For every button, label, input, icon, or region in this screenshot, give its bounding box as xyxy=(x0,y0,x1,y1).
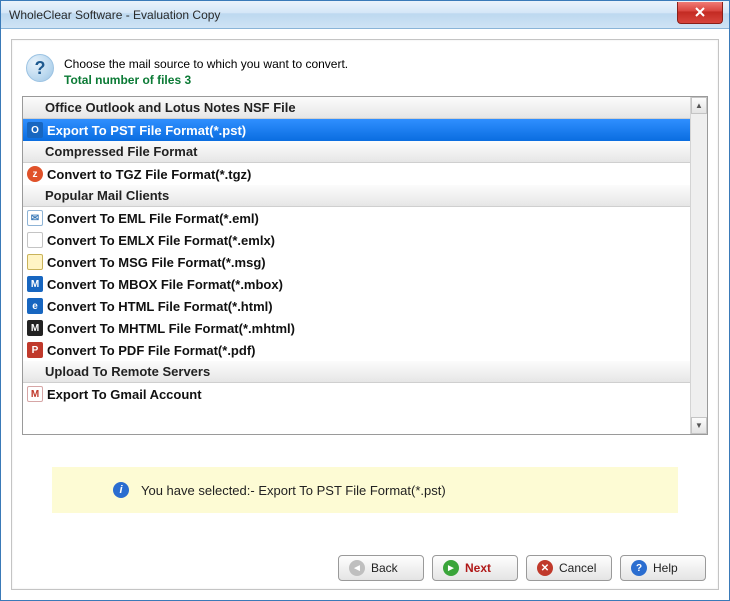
item-msg[interactable]: Convert To MSG File Format(*.msg) xyxy=(23,251,690,273)
close-button[interactable] xyxy=(677,2,723,24)
back-button[interactable]: ◄ Back xyxy=(338,555,424,581)
tgz-icon: z xyxy=(27,166,43,182)
item-label: Export To PST File Format(*.pst) xyxy=(47,123,246,138)
button-label: Cancel xyxy=(559,561,596,575)
cancel-icon: ✕ xyxy=(537,560,553,576)
content-wrapper: ? Choose the mail source to which you wa… xyxy=(1,29,729,600)
selection-info: i You have selected:- Export To PST File… xyxy=(52,467,678,513)
mhtml-icon: M xyxy=(27,320,43,336)
cancel-button[interactable]: ✕ Cancel xyxy=(526,555,612,581)
group-popular: Popular Mail Clients xyxy=(23,185,690,207)
mbox-icon: M xyxy=(27,276,43,292)
pdf-icon: P xyxy=(27,342,43,358)
item-label: Convert To PDF File Format(*.pdf) xyxy=(47,343,255,358)
item-html[interactable]: e Convert To HTML File Format(*.html) xyxy=(23,295,690,317)
next-button[interactable]: ► Next xyxy=(432,555,518,581)
button-label: Back xyxy=(371,561,398,575)
item-label: Convert To MBOX File Format(*.mbox) xyxy=(47,277,283,292)
item-label: Export To Gmail Account xyxy=(47,387,202,402)
item-label: Convert To EMLX File Format(*.emlx) xyxy=(47,233,275,248)
window-title: WholeClear Software - Evaluation Copy xyxy=(9,8,677,22)
item-pdf[interactable]: P Convert To PDF File Format(*.pdf) xyxy=(23,339,690,361)
group-label: Upload To Remote Servers xyxy=(45,364,210,379)
back-icon: ◄ xyxy=(349,560,365,576)
group-compressed: Compressed File Format xyxy=(23,141,690,163)
item-label: Convert To MSG File Format(*.msg) xyxy=(47,255,266,270)
html-icon: e xyxy=(27,298,43,314)
item-mhtml[interactable]: M Convert To MHTML File Format(*.mhtml) xyxy=(23,317,690,339)
header-subtext: Total number of files 3 xyxy=(64,72,348,88)
help-button[interactable]: ? Help xyxy=(620,555,706,581)
header-prompt: Choose the mail source to which you want… xyxy=(64,56,348,72)
group-remote: Upload To Remote Servers xyxy=(23,361,690,383)
close-icon xyxy=(694,7,706,17)
gmail-icon: M xyxy=(27,386,43,402)
item-label: Convert To EML File Format(*.eml) xyxy=(47,211,259,226)
item-gmail[interactable]: M Export To Gmail Account xyxy=(23,383,690,405)
item-label: Convert To MHTML File Format(*.mhtml) xyxy=(47,321,295,336)
scroll-up-button[interactable]: ▲ xyxy=(691,97,707,114)
eml-icon: ✉ xyxy=(27,210,43,226)
pst-icon: O xyxy=(27,122,43,138)
scroll-down-button[interactable]: ▼ xyxy=(691,417,707,434)
item-emlx[interactable]: ✉ Convert To EMLX File Format(*.emlx) xyxy=(23,229,690,251)
titlebar: WholeClear Software - Evaluation Copy xyxy=(1,1,729,29)
scroll-track[interactable] xyxy=(691,114,707,417)
format-list: Office Outlook and Lotus Notes NSF File … xyxy=(22,96,708,435)
inner-frame: ? Choose the mail source to which you wa… xyxy=(11,39,719,590)
msg-icon xyxy=(27,254,43,270)
help-icon: ? xyxy=(631,560,647,576)
item-label: Convert To HTML File Format(*.html) xyxy=(47,299,273,314)
app-window: WholeClear Software - Evaluation Copy ? … xyxy=(0,0,730,601)
header-row: ? Choose the mail source to which you wa… xyxy=(22,50,708,96)
info-icon: i xyxy=(113,482,129,498)
next-icon: ► xyxy=(443,560,459,576)
wizard-buttons: ◄ Back ► Next ✕ Cancel ? Help xyxy=(22,551,708,581)
button-label: Help xyxy=(653,561,678,575)
question-icon: ? xyxy=(26,54,54,82)
button-label: Next xyxy=(465,561,491,575)
group-outlook-nsf: Office Outlook and Lotus Notes NSF File xyxy=(23,97,690,119)
selection-info-text: You have selected:- Export To PST File F… xyxy=(141,483,446,498)
header-text: Choose the mail source to which you want… xyxy=(64,54,348,88)
item-label: Convert to TGZ File Format(*.tgz) xyxy=(47,167,251,182)
item-pst[interactable]: O Export To PST File Format(*.pst) xyxy=(23,119,690,141)
item-tgz[interactable]: z Convert to TGZ File Format(*.tgz) xyxy=(23,163,690,185)
group-label: Compressed File Format xyxy=(45,144,197,159)
group-label: Popular Mail Clients xyxy=(45,188,169,203)
item-eml[interactable]: ✉ Convert To EML File Format(*.eml) xyxy=(23,207,690,229)
group-label: Office Outlook and Lotus Notes NSF File xyxy=(45,100,296,115)
format-list-body: Office Outlook and Lotus Notes NSF File … xyxy=(23,97,690,434)
emlx-icon: ✉ xyxy=(27,232,43,248)
item-mbox[interactable]: M Convert To MBOX File Format(*.mbox) xyxy=(23,273,690,295)
scrollbar[interactable]: ▲ ▼ xyxy=(690,97,707,434)
